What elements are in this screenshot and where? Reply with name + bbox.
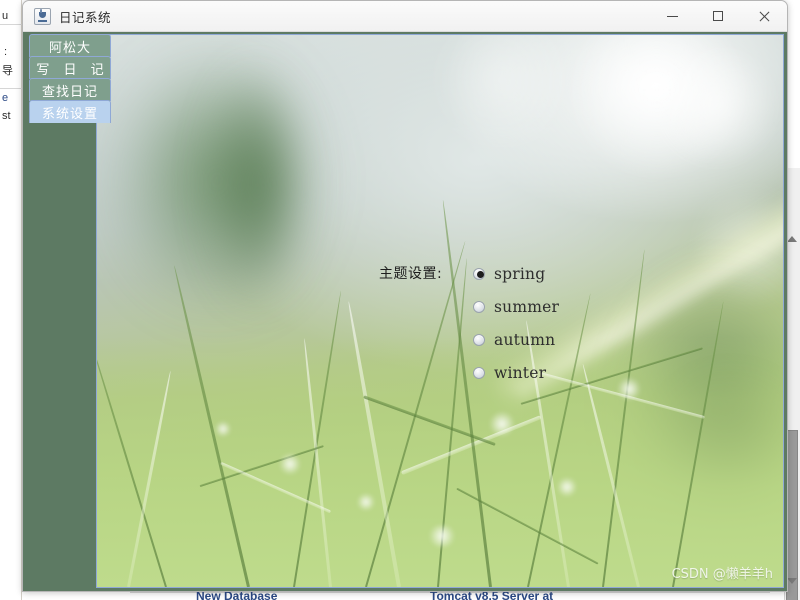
tab-label: 系统设置 — [41, 106, 98, 122]
tab-system-settings[interactable]: 系统设置 — [29, 100, 111, 123]
tab-strip: 阿松大 写 日 记 查找日记 系统设置 — [29, 34, 111, 123]
scroll-down-arrow-icon[interactable] — [787, 578, 797, 584]
java-coffee-cup-icon — [34, 7, 51, 25]
radio-icon — [473, 366, 485, 379]
radio-icon — [473, 267, 485, 280]
radio-option-winter[interactable]: winter — [473, 356, 559, 389]
radio-icon — [473, 333, 485, 346]
radio-label: autumn — [494, 330, 556, 349]
radio-option-summer[interactable]: summer — [473, 290, 559, 323]
maximize-icon — [713, 11, 723, 21]
close-button[interactable] — [741, 1, 787, 32]
close-icon — [759, 11, 770, 22]
radio-label: summer — [494, 297, 560, 316]
tab-label: 写 日 记 — [36, 62, 109, 78]
tab-label: 查找日记 — [41, 84, 98, 100]
ide-text-fragment: : — [4, 46, 8, 58]
tab-write-diary[interactable]: 写 日 记 — [29, 56, 111, 79]
tab-asongda[interactable]: 阿松大 — [29, 34, 111, 57]
theme-settings-label: 主题设置: — [379, 266, 443, 282]
maximize-button[interactable] — [695, 1, 741, 32]
tab-find-diary[interactable]: 查找日记 — [29, 78, 111, 101]
ide-divider — [0, 88, 22, 89]
title-bar: 日记系统 — [23, 1, 787, 32]
radio-option-autumn[interactable]: autumn — [473, 323, 559, 356]
settings-panel: 主题设置: spring summer autumn winter CSDN @… — [96, 34, 784, 588]
theme-radio-group: spring summer autumn winter — [473, 257, 559, 389]
radio-option-spring[interactable]: spring — [473, 257, 559, 290]
radio-label: winter — [494, 363, 547, 382]
ide-divider — [0, 24, 22, 25]
minimize-icon — [666, 15, 678, 17]
ide-text-fragment: u — [2, 10, 9, 22]
ide-left-gutter — [0, 0, 22, 600]
radio-icon — [473, 300, 485, 313]
csdn-watermark: CSDN @懒羊羊h — [671, 567, 773, 582]
window-controls — [649, 1, 787, 32]
tab-label: 阿松大 — [48, 40, 91, 56]
ide-text-fragment: 导 — [2, 65, 13, 77]
radio-label: spring — [494, 264, 546, 283]
scroll-up-arrow-icon[interactable] — [787, 236, 797, 242]
ide-text-fragment: st — [2, 110, 11, 122]
tabbed-pane: 阿松大 写 日 记 查找日记 系统设置 主题设置: spring summer … — [23, 32, 787, 591]
grass-background-image — [97, 35, 783, 587]
minimize-button[interactable] — [649, 1, 695, 32]
ide-text-fragment: e — [2, 92, 9, 104]
app-window: 日记系统 阿松大 写 日 记 查找日记 系统设置 主题设置: spring su… — [22, 0, 788, 592]
window-title: 日记系统 — [59, 9, 112, 25]
